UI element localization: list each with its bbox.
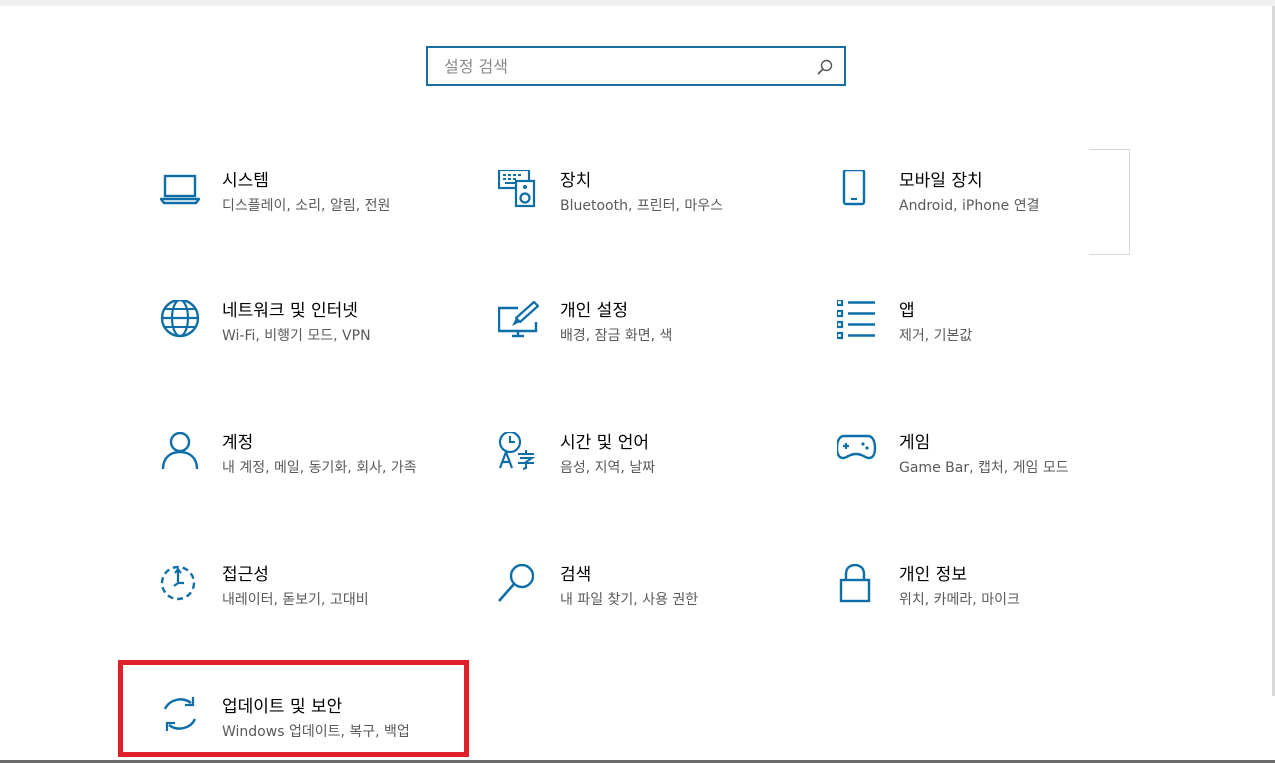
tile-subtitle: Bluetooth, 프린터, 마우스 xyxy=(560,198,724,214)
person-icon xyxy=(160,432,204,476)
tile-accounts[interactable]: 계정 내 계정, 메일, 동기화, 회사, 가족 xyxy=(160,432,460,512)
tile-subtitle: 내 계정, 메일, 동기화, 회사, 가족 xyxy=(222,460,417,476)
tile-privacy[interactable]: 개인 정보 위치, 카메라, 마이크 xyxy=(837,564,1137,644)
globe-icon xyxy=(160,300,204,344)
tile-subtitle: 내레이터, 돋보기, 고대비 xyxy=(222,592,369,608)
lock-icon xyxy=(837,564,881,608)
tile-apps[interactable]: 앱 제거, 기본값 xyxy=(837,300,1137,380)
tile-search[interactable]: 검색 내 파일 찾기, 사용 권한 xyxy=(498,564,798,644)
tile-network[interactable]: 네트워크 및 인터넷 Wi-Fi, 비행기 모드, VPN xyxy=(160,300,460,380)
search-icon[interactable] xyxy=(816,58,834,76)
tile-title: 개인 정보 xyxy=(899,565,967,585)
tile-personalization[interactable]: 개인 설정 배경, 잠금 화면, 색 xyxy=(498,300,798,380)
tile-title: 개인 설정 xyxy=(560,301,628,321)
tile-title: 앱 xyxy=(899,301,915,321)
tile-subtitle: 배경, 잠금 화면, 색 xyxy=(560,328,673,344)
personalization-icon xyxy=(498,300,542,344)
tile-gaming[interactable]: 게임 Game Bar, 캡처, 게임 모드 xyxy=(837,432,1137,512)
gamepad-icon xyxy=(837,432,881,476)
tile-title: 장치 xyxy=(560,171,592,191)
tile-title: 계정 xyxy=(222,433,254,453)
tile-accessibility[interactable]: 접근성 내레이터, 돋보기, 고대비 xyxy=(160,564,460,644)
laptop-icon xyxy=(160,170,204,214)
tile-subtitle: Game Bar, 캡처, 게임 모드 xyxy=(899,460,1069,476)
search-box[interactable] xyxy=(426,46,846,86)
highlight-annotation-box xyxy=(118,660,469,757)
tile-title: 게임 xyxy=(899,433,931,453)
time-language-icon xyxy=(498,432,542,476)
search-input[interactable] xyxy=(428,48,808,84)
phone-icon xyxy=(837,170,881,214)
tile-subtitle: 내 파일 찾기, 사용 권한 xyxy=(560,592,699,608)
devices-icon xyxy=(498,170,542,214)
tile-title: 시간 및 언어 xyxy=(560,433,650,453)
search-magnifier-icon xyxy=(498,564,542,608)
tile-subtitle: 디스플레이, 소리, 알림, 전원 xyxy=(222,198,391,214)
tile-devices[interactable]: 장치 Bluetooth, 프린터, 마우스 xyxy=(498,170,798,250)
tile-title: 접근성 xyxy=(222,565,269,585)
apps-list-icon xyxy=(837,300,881,344)
tile-title: 시스템 xyxy=(222,171,269,191)
tile-subtitle: Android, iPhone 연결 xyxy=(899,198,1040,214)
tile-subtitle: Wi-Fi, 비행기 모드, VPN xyxy=(222,328,371,344)
tile-mobile[interactable]: 모바일 장치 Android, iPhone 연결 xyxy=(837,170,1137,250)
tile-system[interactable]: 시스템 디스플레이, 소리, 알림, 전원 xyxy=(160,170,460,250)
tile-title: 모바일 장치 xyxy=(899,171,983,191)
tile-title: 검색 xyxy=(560,565,592,585)
tile-subtitle: 위치, 카메라, 마이크 xyxy=(899,592,1020,608)
accessibility-icon xyxy=(160,564,204,608)
window-top-strip xyxy=(0,0,1275,6)
tile-time-language[interactable]: 시간 및 언어 음성, 지역, 날짜 xyxy=(498,432,798,512)
tile-subtitle: 음성, 지역, 날짜 xyxy=(560,460,656,476)
tile-subtitle: 제거, 기본값 xyxy=(899,328,973,344)
tile-title: 네트워크 및 인터넷 xyxy=(222,301,358,321)
